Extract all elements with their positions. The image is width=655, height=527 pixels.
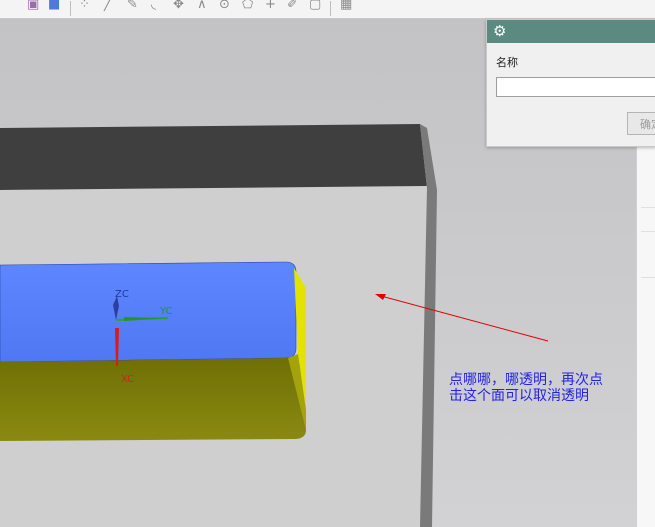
cube-blue-icon[interactable]: ■ xyxy=(48,0,60,13)
axis-icon[interactable]: ⊼ xyxy=(197,0,207,13)
box-top-face[interactable] xyxy=(0,261,297,363)
pen-icon[interactable]: ✎ xyxy=(127,0,138,13)
toolbar-separator xyxy=(330,1,331,16)
box-select-icon[interactable]: ▢ xyxy=(309,0,321,13)
box-front-face[interactable] xyxy=(0,358,306,441)
panel-divider xyxy=(641,231,655,232)
grid-icon[interactable]: ▦ xyxy=(340,0,352,13)
circle-point-icon[interactable]: ⊙ xyxy=(219,0,230,13)
plus-icon[interactable]: + xyxy=(265,0,276,13)
yc-axis-label: YC xyxy=(159,306,173,317)
xc-axis-label: XC xyxy=(121,374,134,385)
zc-axis-label: ZC xyxy=(115,289,129,300)
toolbar-separator xyxy=(70,1,71,16)
name-dialog: ⚙ 名称 确定 xyxy=(486,19,655,147)
top-toolbar: ▣ ■ ⁘ ╱ ✎ ◟ ✥ ⊼ ⊙ ⬠ + ✐ ▢ ▦ xyxy=(0,0,655,19)
annotation-line-1: 点哪哪，哪透明，再次点 xyxy=(449,372,603,388)
right-side-panel xyxy=(636,145,655,527)
ok-button[interactable]: 确定 xyxy=(627,112,655,135)
panel-divider xyxy=(641,207,655,208)
panel-divider xyxy=(641,277,655,278)
gear-icon[interactable]: ⚙ xyxy=(493,22,506,40)
snap-point-icon[interactable]: ⁘ xyxy=(79,0,90,13)
annotation-line-2: 击这个面可以取消透明 xyxy=(449,388,589,404)
panel-top-face[interactable] xyxy=(0,124,427,190)
pencil-icon[interactable]: ✐ xyxy=(287,0,298,13)
dialog-title-bar: ⚙ xyxy=(487,20,655,43)
annotation-note: 点哪哪，哪透明，再次点 击这个面可以取消透明 xyxy=(449,372,649,404)
name-label: 名称 xyxy=(496,56,518,69)
line-icon[interactable]: ╱ xyxy=(104,0,112,13)
pentagon-icon[interactable]: ⬠ xyxy=(242,0,253,13)
name-field[interactable] xyxy=(496,77,655,97)
arc-icon[interactable]: ◟ xyxy=(151,0,156,13)
cube-shaded-icon[interactable]: ▣ xyxy=(27,0,39,13)
move-icon[interactable]: ✥ xyxy=(173,0,184,13)
